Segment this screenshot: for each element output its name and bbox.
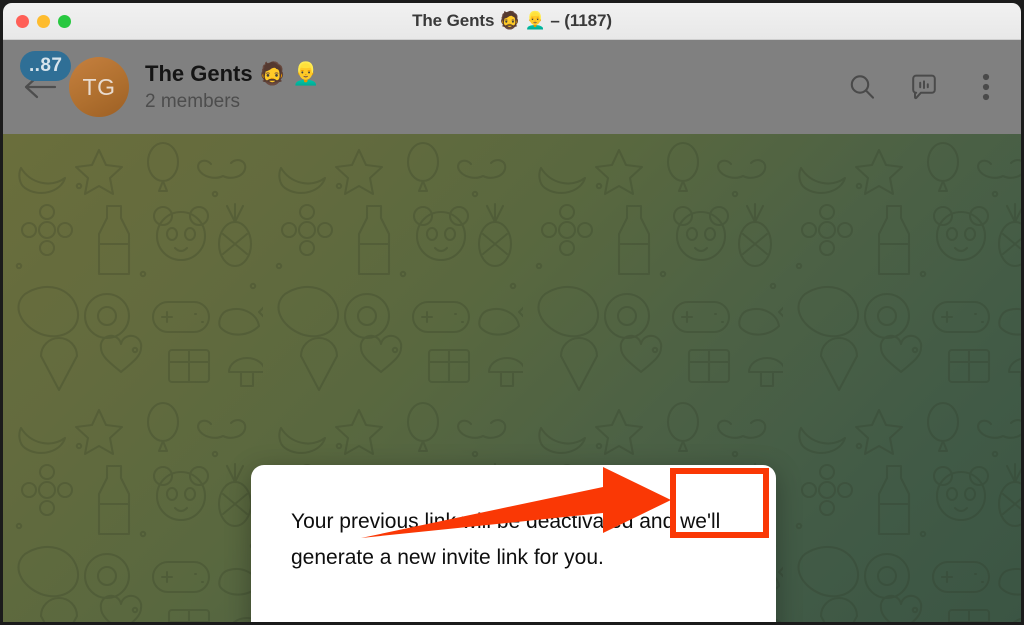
traffic-light-group	[3, 14, 71, 28]
unread-count-badge[interactable]: ..87	[20, 51, 72, 81]
close-window-button[interactable]	[16, 14, 29, 28]
maximize-window-button[interactable]	[58, 14, 71, 28]
confirm-dialog: Your previous link will be deactivated a…	[251, 465, 776, 622]
chat-member-count: 2 members	[145, 90, 241, 112]
chat-title-block[interactable]: The Gents 🧔 👱‍♂️ 2 members	[145, 61, 845, 112]
window-titlebar: The Gents 🧔 👱‍♂️ – (1187)	[3, 3, 1021, 40]
ok-button[interactable]: OK	[687, 612, 743, 622]
dialog-button-row: Cancel OK	[251, 601, 776, 622]
chat-message-area: July 28 Your previous link will be deact…	[3, 134, 1021, 622]
more-options-button[interactable]	[969, 70, 1003, 104]
cancel-button[interactable]: Cancel	[576, 612, 661, 622]
header-actions	[845, 70, 1003, 104]
dialog-message-text: Your previous link will be deactivated a…	[291, 510, 721, 569]
search-icon	[850, 75, 875, 99]
telegram-window: The Gents 🧔 👱‍♂️ – (1187) ..87 TG The Ge…	[0, 0, 1024, 625]
statistics-button[interactable]	[907, 70, 941, 104]
window-title: The Gents 🧔 👱‍♂️ – (1187)	[412, 11, 612, 30]
chat-title: The Gents 🧔 👱‍♂️	[145, 61, 320, 87]
more-options-icon	[982, 73, 990, 101]
chat-header: ..87 TG The Gents 🧔 👱‍♂️ 2 members	[3, 40, 1021, 134]
dialog-overlay: Your previous link will be deactivated a…	[3, 134, 1021, 622]
search-button[interactable]	[845, 70, 879, 104]
poll-bubble-icon	[912, 74, 936, 100]
avatar[interactable]: TG	[69, 57, 129, 117]
minimize-window-button[interactable]	[37, 14, 50, 28]
